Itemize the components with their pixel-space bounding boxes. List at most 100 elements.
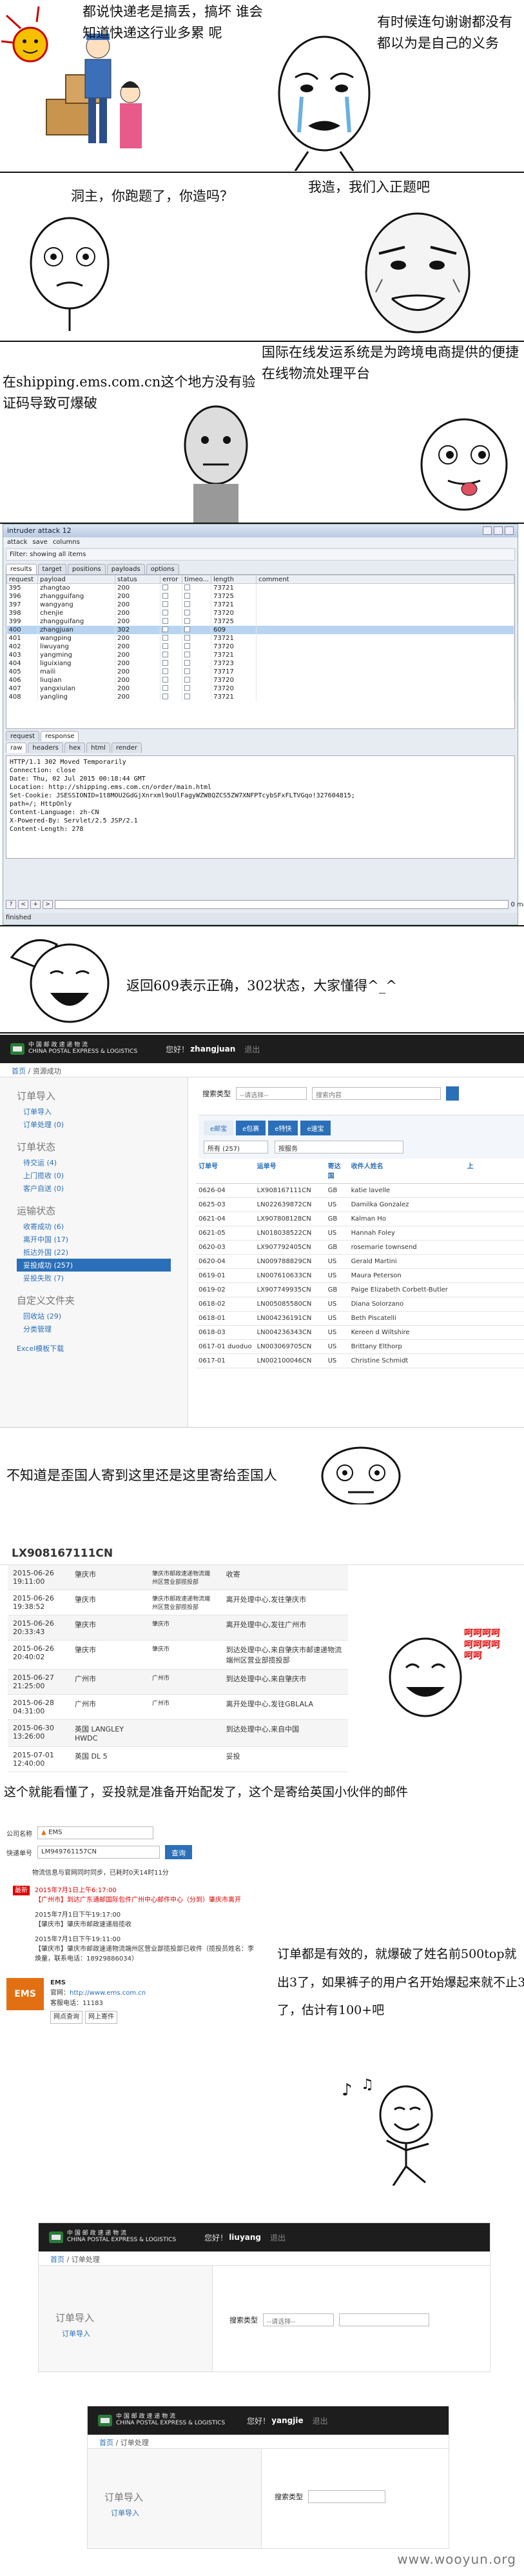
col-error[interactable]: error (160, 575, 182, 584)
sidebar-item-arrived[interactable]: 抵达外国 (22) (17, 1246, 171, 1259)
table-row[interactable]: 399 zhangguifang 200 73725 (6, 617, 514, 626)
china-post-logo[interactable]: 中 国 邮 政 速 递 物 流 CHINA POSTAL EXPRESS & LO… (98, 2413, 225, 2427)
table-row[interactable]: 0618-03 LN004236343CN US Kereen d Wiltshire (196, 1325, 524, 1340)
table-row[interactable]: 401 wangping 200 73721 (6, 634, 514, 643)
search-input[interactable] (339, 2313, 429, 2326)
col-status[interactable]: status (115, 575, 160, 584)
close-icon[interactable] (505, 526, 514, 535)
tab-options[interactable]: options (146, 564, 179, 574)
tab-e-baoguo[interactable]: e包裹 (236, 1121, 266, 1135)
table-row[interactable]: 395 zhangtao 200 73721 (6, 583, 514, 592)
query-button[interactable]: 查询 (165, 1845, 192, 1859)
col-request[interactable]: request (6, 575, 38, 584)
search-input[interactable] (55, 900, 509, 909)
next-button[interactable]: > (43, 900, 53, 909)
sidebar-item-category[interactable]: 分类管理 (17, 1323, 171, 1335)
table-row[interactable]: 0619-01 LN007610633CN US Maura Peterson (196, 1268, 524, 1283)
tab-payloads[interactable]: payloads (106, 564, 145, 574)
search-type-select[interactable]: --请选择-- (263, 2313, 334, 2326)
table-row[interactable]: 0621-05 LN018038522CN US Hannah Foley (196, 1226, 524, 1241)
all-orders-select[interactable]: 所有 (257) (204, 1141, 268, 1153)
sidebar-item-left-china[interactable]: 离开中国 (17) (17, 1233, 171, 1246)
tab-results[interactable]: results (6, 564, 37, 574)
tab-target[interactable]: target (37, 564, 66, 574)
table-row[interactable]: 404 liguixiang 200 73723 (6, 659, 514, 668)
sidebar-item-excel[interactable]: Excel模板下载 (17, 1342, 171, 1355)
table-row[interactable]: 0620-04 LN009788829CN US Gerald Martini (196, 1254, 524, 1269)
search-type-select[interactable] (308, 2490, 385, 2503)
company-select[interactable]: ▲ EMS (37, 1826, 153, 1839)
sidebar-item-received[interactable]: 收寄成功 (6) (17, 1220, 171, 1233)
china-post-logo[interactable]: 中 国 邮 政 速 递 物 流 CHINA POSTAL EXPRESS & LO… (49, 2230, 176, 2244)
crumb-home[interactable]: 首页 (12, 1067, 26, 1075)
tab-e-youbao[interactable]: e邮宝 (204, 1121, 234, 1135)
maximize-icon[interactable] (494, 526, 503, 535)
table-row[interactable]: 0620-03 LX907792405CN GB rosemarie townsend (196, 1240, 524, 1255)
tab-render[interactable]: render (111, 743, 142, 753)
sidebar-item-pending[interactable]: 待交运 (4) (17, 1156, 171, 1169)
table-row[interactable]: 408 yangling 200 73721 (6, 692, 514, 701)
col-payload[interactable]: payload (37, 575, 115, 584)
sidebar-item-pickup[interactable]: 上门揽收 (0) (17, 1169, 171, 1182)
minimize-icon[interactable] (483, 526, 492, 535)
table-row[interactable]: 406 liuqian 200 73720 (6, 675, 514, 684)
sidebar-item-delivered[interactable]: 妥投成功 (257) (17, 1259, 171, 1272)
tab-html[interactable]: html (86, 743, 110, 753)
search-button[interactable] (446, 1086, 459, 1101)
results-table[interactable]: request payload status error timeo... le… (6, 574, 515, 729)
logout-link[interactable]: 退出 (313, 2415, 328, 2426)
online-send-button[interactable]: 网上寄件 (85, 2011, 117, 2024)
sort-select[interactable]: 按服务 (275, 1141, 403, 1153)
filter-bar[interactable]: Filter: showing all items (6, 548, 515, 561)
col-timeout[interactable]: timeo... (181, 575, 212, 584)
sidebar-item-trash[interactable]: 回收站 (29) (17, 1310, 171, 1323)
table-row[interactable]: 407 yangxiulan 200 73720 (6, 684, 514, 693)
table-row[interactable]: 0617-01 duoduo LN003069705CN US Brittany El… (196, 1339, 524, 1354)
logout-link[interactable]: 退出 (244, 1044, 260, 1055)
tab-request[interactable]: request (6, 731, 40, 741)
sidebar-item-import[interactable]: 订单导入 (55, 2327, 195, 2340)
sidebar-item-import[interactable]: 订单导入 (17, 1105, 171, 1118)
table-row[interactable]: 396 zhangguifang 200 73725 (6, 592, 514, 601)
tab-hex[interactable]: hex (64, 743, 86, 753)
menu-columns[interactable]: columns (53, 539, 80, 546)
sidebar-item-import[interactable]: 订单导入 (104, 2506, 244, 2519)
table-row[interactable]: 402 liwuyang 200 73720 (6, 642, 514, 651)
ems-site-link[interactable]: http://www.ems.com.cn (70, 1990, 146, 1997)
sidebar-item-failed[interactable]: 妥投失败 (7) (17, 1272, 171, 1284)
table-row[interactable]: 403 yangming 200 73721 (6, 650, 514, 659)
col-length[interactable]: length (211, 575, 257, 584)
china-post-logo[interactable]: 中 国 邮 政 速 递 物 流 CHINA POSTAL EXPRESS & LO… (10, 1042, 137, 1055)
tracking-number-input[interactable]: LM949761157CN (37, 1846, 160, 1859)
table-row[interactable]: 0618-01 LN004236191CN US Beth Piscatelli (196, 1311, 524, 1326)
menu-save[interactable]: save (32, 539, 47, 546)
sidebar-item-process[interactable]: 订单处理 (0) (17, 1118, 171, 1131)
tab-response[interactable]: response (41, 731, 79, 741)
col-comment[interactable]: comment (256, 575, 514, 584)
table-row[interactable]: 0619-02 LX907749935CN GB Paige Elizabeth Co… (196, 1283, 524, 1297)
table-row[interactable]: 0618-02 LN005085580CN US Diana Solorzano (196, 1297, 524, 1312)
menu-attack[interactable]: attack (7, 539, 27, 546)
prev-button[interactable]: < (18, 900, 28, 909)
table-row[interactable]: 0617-01 LN002100046CN US Christine Schmidt (196, 1353, 524, 1368)
table-row[interactable]: 0625-03 LN022639872CN US Damilka Gonzalez (196, 1197, 524, 1212)
table-row[interactable]: 0621-04 LX907808128CN GB Kalman Ho (196, 1212, 524, 1226)
tab-positions[interactable]: positions (67, 564, 106, 574)
table-row[interactable]: 398 chenjie 200 73720 (6, 608, 514, 617)
logout-link[interactable]: 退出 (270, 2232, 286, 2243)
search-input[interactable]: 搜索内容 (312, 1087, 441, 1100)
table-row[interactable]: 0626-04 LX908167111CN GB katie lavelle (196, 1183, 524, 1198)
sidebar-item-selfsend[interactable]: 客户自送 (0) (17, 1182, 171, 1195)
table-row[interactable]: 397 wangyang 200 73721 (6, 600, 514, 609)
help-button[interactable]: ? (6, 900, 16, 909)
table-row[interactable]: 400 zhangjuan 302 609 (6, 625, 514, 634)
tab-headers[interactable]: headers (28, 743, 63, 753)
search-type-select[interactable]: --请选择-- (236, 1087, 307, 1100)
crumb-home[interactable]: 首页 (50, 2255, 64, 2264)
branch-query-button[interactable]: 网点查询 (50, 2011, 82, 2024)
table-row[interactable]: 405 maili 200 73717 (6, 667, 514, 676)
tab-e-tekuai[interactable]: e特快 (268, 1121, 298, 1135)
add-button[interactable]: + (30, 900, 41, 909)
crumb-home[interactable]: 首页 (99, 2439, 113, 2447)
tab-e-subao[interactable]: e速宝 (300, 1121, 331, 1135)
